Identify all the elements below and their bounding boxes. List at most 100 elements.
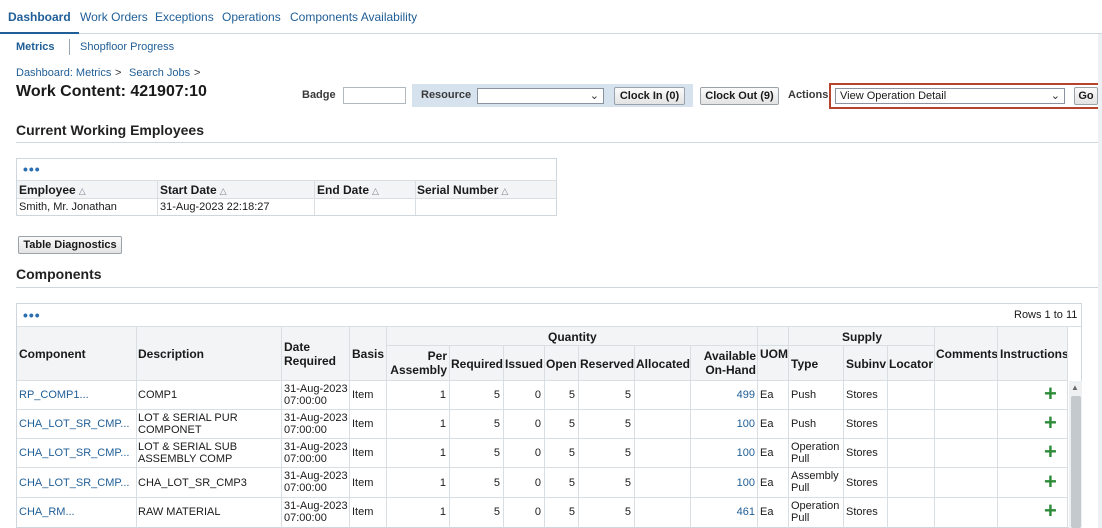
- clock-in-button[interactable]: Clock In (0): [614, 87, 685, 105]
- subtab-shopfloor-progress[interactable]: Shopfloor Progress: [80, 38, 174, 56]
- sort-icon[interactable]: △: [79, 186, 86, 196]
- component-link[interactable]: CHA_RM...: [19, 506, 75, 518]
- subinventory: Stores: [846, 389, 878, 401]
- row-divider: [17, 380, 1067, 381]
- tab-work-orders[interactable]: Work Orders: [72, 0, 156, 34]
- scrollbar-thumb[interactable]: [1071, 396, 1081, 528]
- column-description[interactable]: Description: [138, 347, 204, 361]
- component-link[interactable]: CHA_LOT_SR_CMP...: [19, 418, 129, 430]
- component-description: COMP1: [138, 389, 178, 401]
- badge-input[interactable]: [343, 87, 406, 104]
- column-component[interactable]: Component: [19, 347, 86, 361]
- open-qty: 5: [568, 506, 575, 518]
- add-instructions-icon[interactable]: +: [1044, 383, 1057, 405]
- employees-section-title: Current Working Employees: [16, 122, 205, 138]
- available-on-hand[interactable]: 100: [692, 477, 755, 489]
- open-qty: 5: [568, 447, 575, 459]
- employee-name: Smith, Mr. Jonathan: [19, 201, 117, 213]
- column-uom[interactable]: UOM: [760, 347, 788, 361]
- date-required: 31-Aug-2023 07:00:00: [284, 383, 348, 407]
- supply-type: Push: [791, 418, 817, 430]
- column-divider: [544, 345, 545, 528]
- column-issued[interactable]: Issued: [505, 357, 543, 371]
- column-per-assembly[interactable]: Per Assembly: [388, 349, 447, 377]
- component-description: RAW MATERIAL: [138, 506, 221, 518]
- column-employee[interactable]: Employee △: [19, 183, 86, 197]
- column-type[interactable]: Type: [791, 357, 818, 371]
- add-instructions-icon[interactable]: +: [1044, 412, 1057, 434]
- tab-components-availability[interactable]: Components Availability: [282, 0, 425, 34]
- reserved-qty: 5: [624, 506, 631, 518]
- component-link[interactable]: CHA_LOT_SR_CMP...: [19, 477, 129, 489]
- sort-icon[interactable]: △: [220, 186, 227, 196]
- available-on-hand[interactable]: 100: [692, 447, 755, 459]
- breadcrumb-search-jobs[interactable]: Search Jobs: [129, 67, 190, 79]
- subtab-metrics[interactable]: Metrics: [16, 38, 55, 56]
- column-divider: [887, 345, 888, 528]
- page-scroll-edge: [1098, 34, 1102, 528]
- subinventory: Stores: [846, 477, 878, 489]
- subinventory: Stores: [846, 506, 878, 518]
- column-start-date[interactable]: Start Date △: [160, 183, 227, 197]
- tab-dashboard[interactable]: Dashboard: [0, 0, 79, 34]
- column-available-on-hand[interactable]: Available On-Hand: [694, 349, 756, 377]
- tab-exceptions[interactable]: Exceptions: [147, 0, 222, 34]
- column-locator[interactable]: Locator: [889, 357, 933, 371]
- breadcrumb-dashboard-metrics[interactable]: Dashboard: Metrics: [16, 67, 111, 79]
- date-required: 31-Aug-2023 07:00:00: [284, 470, 348, 494]
- date-required: 31-Aug-2023 07:00:00: [284, 412, 348, 436]
- basis: Item: [352, 447, 374, 459]
- group-divider: [386, 345, 788, 346]
- component-link[interactable]: RP_COMP1...: [19, 389, 89, 401]
- add-instructions-icon[interactable]: +: [1044, 500, 1057, 522]
- add-instructions-icon[interactable]: +: [1044, 471, 1057, 493]
- column-divider: [503, 345, 504, 528]
- column-date-required[interactable]: Date Required: [284, 340, 346, 368]
- basis: Item: [352, 389, 374, 401]
- required-qty: 5: [493, 506, 500, 518]
- column-subinv[interactable]: Subinv: [846, 357, 886, 371]
- table-menu-icon[interactable]: •••: [23, 161, 41, 177]
- per-assembly: 1: [439, 389, 446, 401]
- employee-start-date: 31-Aug-2023 22:18:27: [160, 201, 270, 213]
- clock-out-button[interactable]: Clock Out (9): [700, 87, 779, 105]
- add-instructions-icon[interactable]: +: [1044, 441, 1057, 463]
- column-reserved[interactable]: Reserved: [580, 357, 634, 371]
- component-description: LOT & SERIAL SUB ASSEMBLY COMP: [138, 441, 238, 465]
- component-link[interactable]: CHA_LOT_SR_CMP...: [19, 447, 129, 459]
- column-divider: [449, 345, 450, 528]
- available-on-hand[interactable]: 461: [692, 506, 755, 518]
- supply-type: Assembly Pull: [791, 470, 839, 494]
- column-divider: [578, 345, 579, 528]
- column-comments[interactable]: Comments: [936, 347, 998, 361]
- column-end-date[interactable]: End Date △: [317, 183, 379, 197]
- go-button[interactable]: Go: [1074, 87, 1098, 105]
- sort-icon[interactable]: △: [501, 186, 508, 196]
- issued-qty: 0: [534, 418, 541, 430]
- column-allocated[interactable]: Allocated: [636, 357, 690, 371]
- column-open[interactable]: Open: [546, 357, 577, 371]
- table-diagnostics-button[interactable]: Table Diagnostics: [18, 236, 122, 254]
- row-divider: [17, 438, 1067, 439]
- column-required[interactable]: Required: [451, 357, 503, 371]
- available-on-hand[interactable]: 499: [692, 389, 755, 401]
- column-divider: [634, 345, 635, 528]
- column-basis[interactable]: Basis: [352, 347, 384, 361]
- sort-icon[interactable]: △: [372, 186, 379, 196]
- subinventory: Stores: [846, 447, 878, 459]
- available-on-hand[interactable]: 100: [692, 418, 755, 430]
- column-serial-number[interactable]: Serial Number △: [417, 183, 508, 197]
- column-instructions[interactable]: Instructions: [1000, 347, 1069, 361]
- table-menu-icon[interactable]: •••: [23, 307, 41, 323]
- row-divider: [17, 198, 556, 199]
- resource-select[interactable]: ⌄: [477, 88, 604, 104]
- reserved-qty: 5: [624, 389, 631, 401]
- rows-info: Rows 1 to 11: [1014, 309, 1078, 321]
- actions-select[interactable]: View Operation Detail ⌄: [835, 88, 1065, 104]
- scroll-up-icon[interactable]: ▲: [1071, 383, 1079, 392]
- basis: Item: [352, 506, 374, 518]
- group-divider: [788, 345, 934, 346]
- uom: Ea: [760, 477, 774, 489]
- top-navigation: Dashboard Work Orders Exceptions Operati…: [0, 0, 1102, 34]
- tab-operations[interactable]: Operations: [214, 0, 289, 34]
